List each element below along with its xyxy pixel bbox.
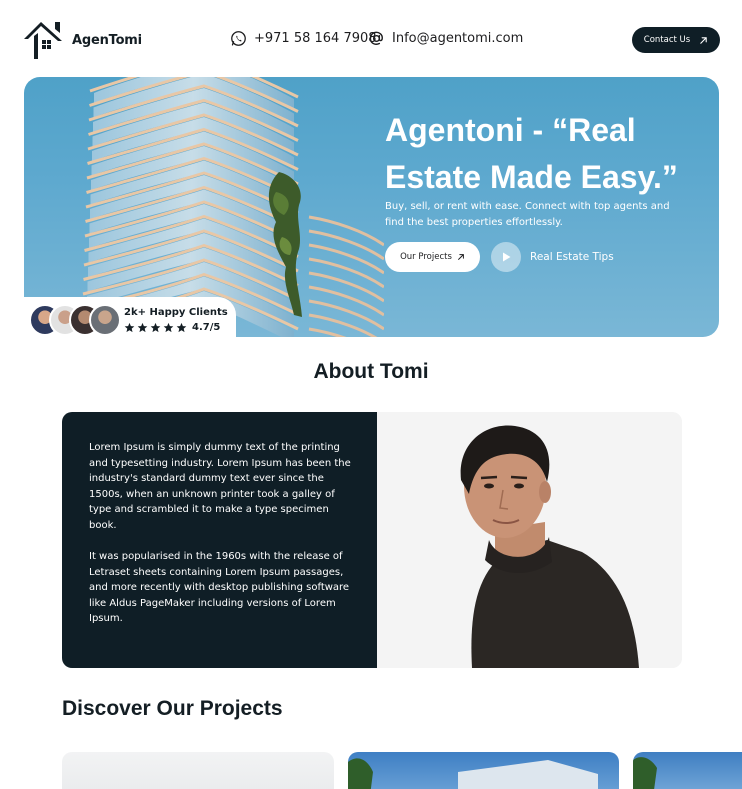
at-sign-icon [369, 31, 383, 45]
rating-value: 4.7/5 [192, 322, 221, 333]
project-card[interactable] [62, 752, 334, 789]
client-avatars [29, 304, 121, 336]
arrow-up-right-icon [458, 254, 464, 260]
email-address: Info@agentomi.com [392, 31, 524, 46]
star-rating [124, 322, 187, 333]
about-heading: About Tomi [313, 360, 429, 383]
star-icon [124, 322, 135, 333]
avatar [89, 304, 121, 336]
brand-logo[interactable]: AgenTomi [22, 19, 142, 61]
phone-number: +971 58 164 7908 [254, 31, 377, 46]
about-card: Lorem Ipsum is simply dummy text of the … [62, 412, 682, 668]
hero-title: Agentoni - “Real Estate Made Easy.” [385, 112, 678, 195]
our-projects-label: Our Projects [400, 252, 452, 262]
project-card[interactable] [348, 752, 619, 789]
contact-us-button[interactable]: Contact Us [632, 27, 720, 53]
projects-heading: Discover Our Projects [62, 697, 283, 720]
hero-subtitle: Buy, sell, or rent with ease. Connect wi… [385, 201, 670, 228]
star-icon [176, 322, 187, 333]
real-estate-tips-label: Real Estate Tips [530, 251, 614, 263]
star-icon [137, 322, 148, 333]
arrow-up-right-icon [700, 36, 707, 44]
star-icon [163, 322, 174, 333]
happy-clients-label: 2k+ Happy Clients [124, 307, 228, 318]
about-paragraph-2: It was popularised in the 1960s with the… [89, 551, 350, 625]
real-estate-tips-link[interactable]: Real Estate Tips [491, 242, 614, 272]
our-projects-button[interactable]: Our Projects [385, 242, 480, 272]
project-image [633, 757, 657, 789]
logo-house-icon [24, 22, 62, 59]
rating: 4.7/5 [124, 322, 220, 333]
play-button[interactable] [491, 242, 521, 272]
star-icon [150, 322, 161, 333]
happy-clients-badge: 2k+ Happy Clients 4.7/5 [24, 297, 236, 339]
contact-us-label: Contact Us [643, 35, 691, 45]
building-floor [308, 313, 378, 337]
agent-portrait-image [377, 412, 682, 668]
phone-contact[interactable]: +971 58 164 7908 [230, 30, 377, 47]
play-icon [503, 252, 511, 262]
about-paragraph-1: Lorem Ipsum is simply dummy text of the … [89, 442, 351, 531]
email-contact[interactable]: Info@agentomi.com [368, 30, 523, 47]
whatsapp-icon [231, 31, 246, 46]
site-header: AgenTomi +971 58 164 7908 Info@agentomi.… [0, 0, 742, 80]
project-image [348, 758, 598, 789]
project-card[interactable] [633, 752, 742, 789]
about-text-panel: Lorem Ipsum is simply dummy text of the … [62, 412, 377, 668]
brand-name: AgenTomi [72, 32, 142, 48]
